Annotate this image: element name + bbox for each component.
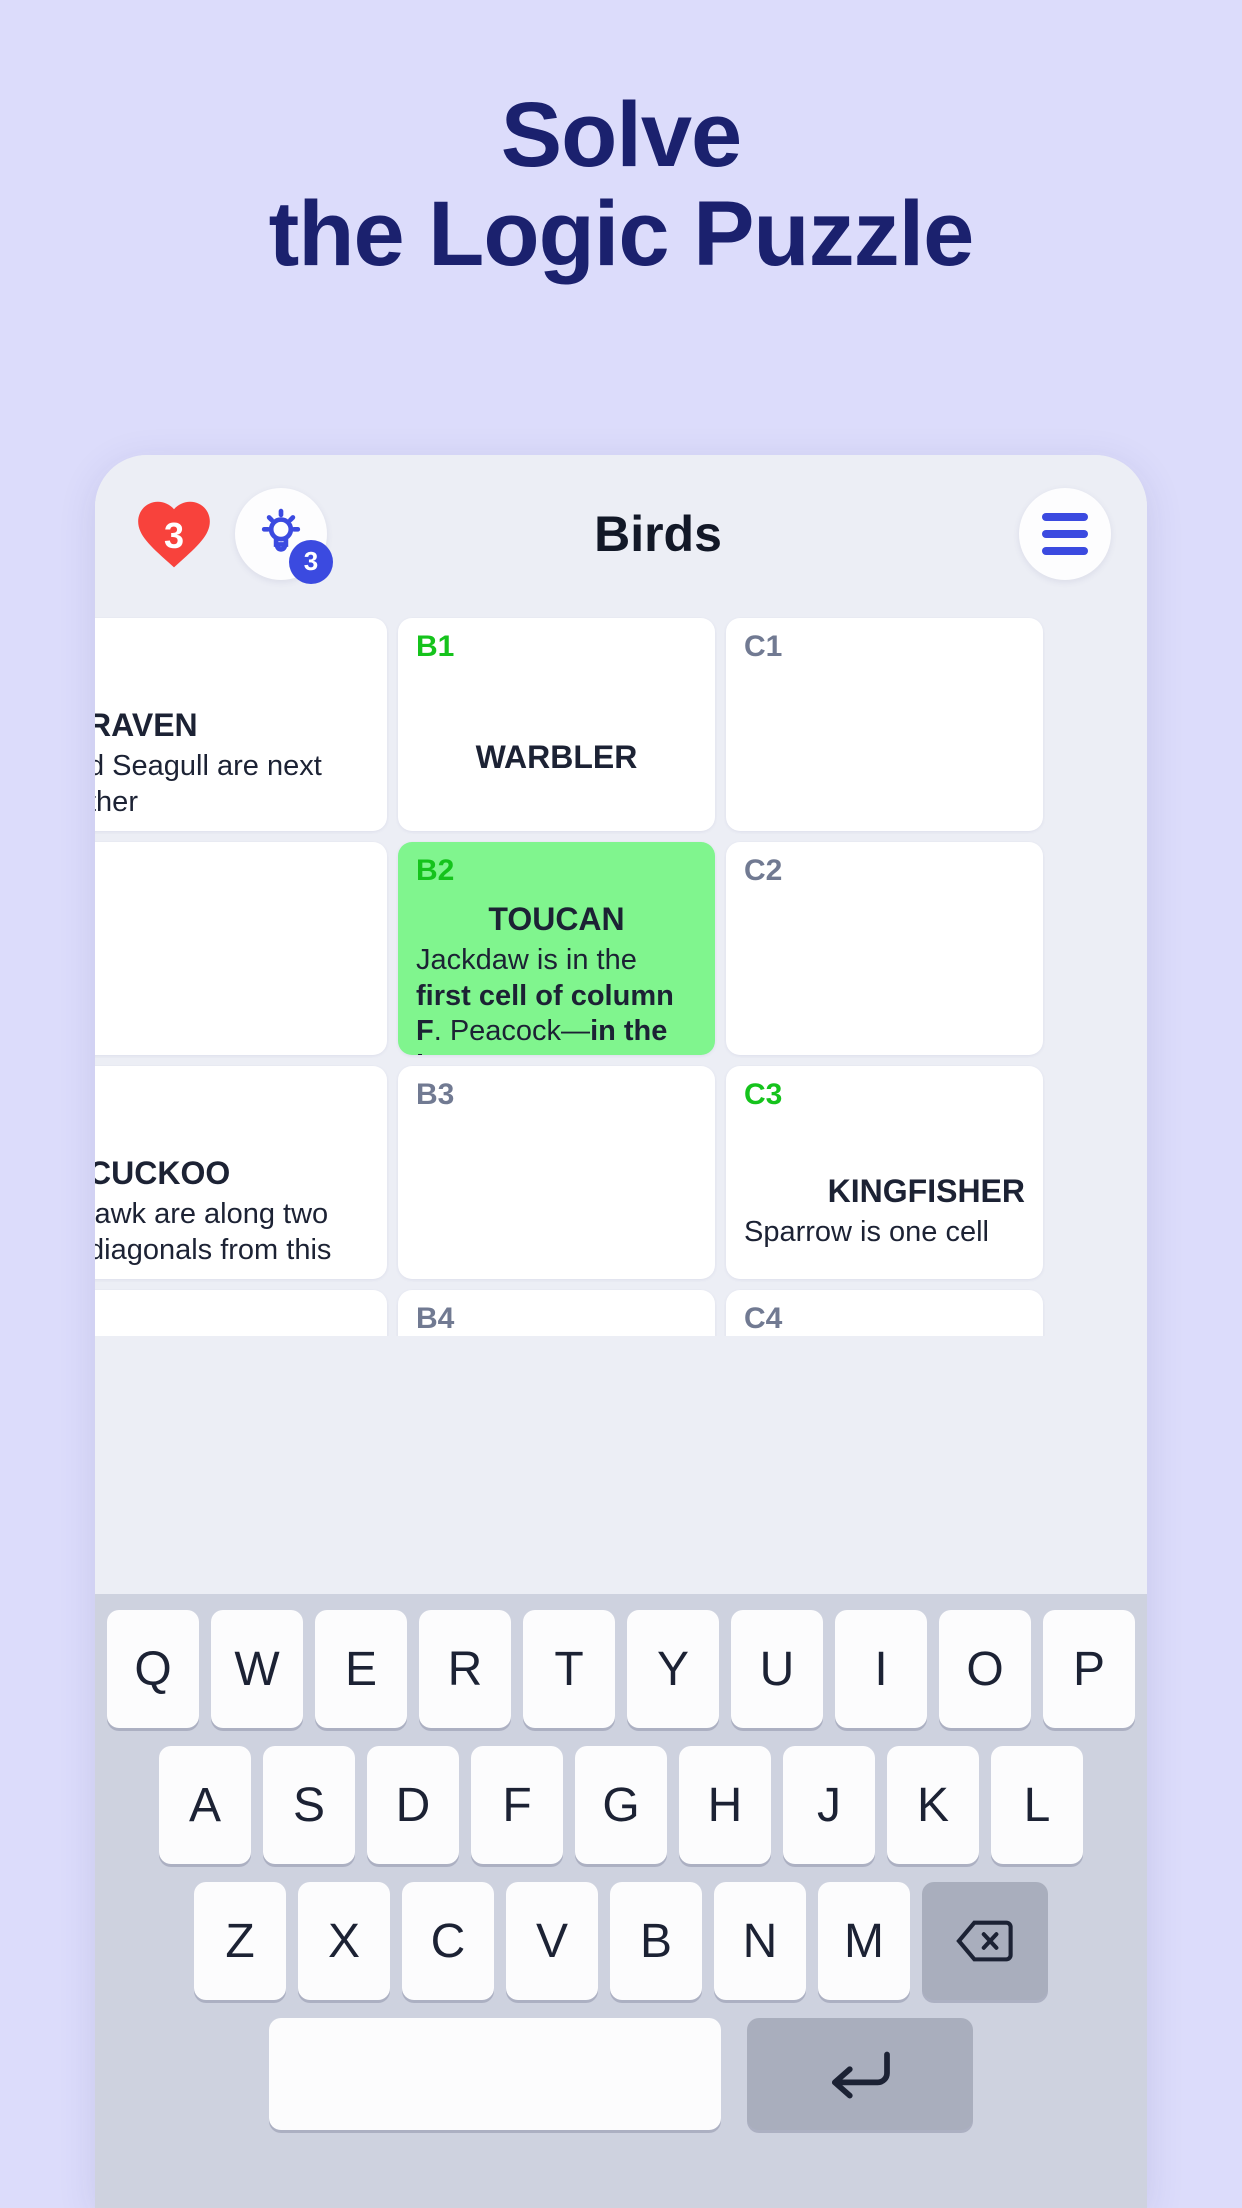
grid-cell-a3[interactable]: A3 CUCKOO lawk are along two diagonals f… [95, 1066, 387, 1279]
grid-cell-word: RAVEN [95, 707, 198, 743]
grid-cell-b4[interactable]: B4 [398, 1290, 715, 1336]
page-title: Birds [594, 505, 722, 562]
grid-cell-b3[interactable]: B3 [398, 1066, 715, 1279]
lives-count: 3 [163, 514, 185, 556]
grid-cell-b2[interactable]: B2 TOUCAN Jackdaw is in the first cell o… [398, 842, 715, 1055]
key-s[interactable]: S [263, 1746, 355, 1864]
app-header: 3 3 Birds [95, 455, 1147, 612]
grid-cell-clue-line1: d Seagull are next [95, 750, 322, 783]
grid-cell-id: C3 [744, 1078, 783, 1111]
grid-cell-a4[interactable]: A4 [95, 1290, 387, 1336]
key-r[interactable]: R [419, 1610, 511, 1728]
key-w[interactable]: W [211, 1610, 303, 1728]
grid-cell-c3[interactable]: C3 KINGFISHER Sparrow is one cell [726, 1066, 1043, 1279]
key-m[interactable]: M [818, 1882, 910, 2000]
hint-button[interactable]: 3 [235, 487, 333, 584]
key-d[interactable]: D [367, 1746, 459, 1864]
grid-cell-id: C4 [744, 1302, 783, 1335]
key-b[interactable]: B [610, 1882, 702, 2000]
backspace-key[interactable] [922, 1882, 1048, 2000]
keyboard-row-1: QWERTYUIOP [103, 1610, 1139, 1728]
key-t[interactable]: T [523, 1610, 615, 1728]
enter-key[interactable] [747, 2018, 973, 2130]
key-a[interactable]: A [159, 1746, 251, 1864]
grid-cell-id: C1 [744, 630, 783, 663]
key-x[interactable]: X [298, 1882, 390, 2000]
hamburger-menu-icon-bar-1 [1042, 512, 1088, 521]
key-q[interactable]: Q [107, 1610, 199, 1728]
key-f[interactable]: F [471, 1746, 563, 1864]
keyboard-row-2: ASDFGHJKL [103, 1746, 1139, 1864]
keyboard-row-4 [103, 2018, 1139, 2130]
promo-line-2: the Logic Puzzle [268, 183, 975, 286]
key-z[interactable]: Z [194, 1882, 286, 2000]
grid-cell-word: TOUCAN [488, 901, 625, 937]
grid-cell-b1[interactable]: B1 WARBLER [398, 618, 715, 831]
hamburger-menu-icon-bar-2 [1042, 529, 1088, 538]
grid-cell-a1[interactable]: A1 RAVEN d Seagull are next ther [95, 618, 387, 831]
space-key[interactable] [269, 2018, 721, 2130]
grid-cell-a2[interactable]: A2 [95, 842, 387, 1055]
grid-cell-clue-line2: ther [95, 785, 138, 818]
key-n[interactable]: N [714, 1882, 806, 2000]
onscreen-keyboard[interactable]: QWERTYUIOP ASDFGHJKL ZXCVBNM [95, 1594, 1147, 2208]
key-v[interactable]: V [506, 1882, 598, 2000]
phone-mockup: 3 3 Birds RAVEN d Seagull are next her B… [95, 455, 1147, 2208]
grid-cell-id: C2 [744, 854, 783, 887]
key-e[interactable]: E [315, 1610, 407, 1728]
key-l[interactable]: L [991, 1746, 1083, 1864]
key-i[interactable]: I [835, 1610, 927, 1728]
key-p[interactable]: P [1043, 1610, 1135, 1728]
keyboard-row-3: ZXCVBNM [103, 1882, 1139, 2000]
key-g[interactable]: G [575, 1746, 667, 1864]
puzzle-grid-viewport[interactable]: A1 RAVEN d Seagull are next ther B1 WARB… [95, 612, 1147, 1336]
puzzle-grid: A1 RAVEN d Seagull are next ther B1 WARB… [95, 612, 1043, 1336]
grid-cell-clue-line2: diagonals from this [95, 1233, 332, 1266]
key-c[interactable]: C [402, 1882, 494, 2000]
enter-return-icon [831, 2051, 890, 2099]
key-o[interactable]: O [939, 1610, 1031, 1728]
grid-cell-c1[interactable]: C1 [726, 618, 1043, 831]
grid-cell-id: B4 [416, 1302, 455, 1335]
key-j[interactable]: J [783, 1746, 875, 1864]
key-h[interactable]: H [679, 1746, 771, 1864]
key-u[interactable]: U [731, 1610, 823, 1728]
grid-cell-clue: lawk are along two diagonals from this [95, 1197, 369, 1268]
grid-cell-clue: Sparrow is one cell [744, 1216, 989, 1249]
grid-cell-word: CUCKOO [95, 1155, 231, 1191]
promo-headline: Solve the Logic Puzzle [0, 84, 1242, 286]
grid-cell-c2[interactable]: C2 [726, 842, 1043, 1055]
grid-cell-id: B1 [416, 630, 455, 663]
backspace-icon [956, 1920, 1013, 1962]
hint-count-badge: 3 [289, 539, 333, 584]
grid-cell-word: WARBLER [475, 738, 638, 775]
menu-button[interactable] [1019, 487, 1111, 580]
grid-cell-word: KINGFISHER [827, 1173, 1025, 1209]
promo-line-1: Solve [500, 84, 742, 186]
key-k[interactable]: K [887, 1746, 979, 1864]
grid-cell-clue: d Seagull are next ther [95, 749, 369, 820]
grid-cell-c4[interactable]: C4 [726, 1290, 1043, 1336]
key-y[interactable]: Y [627, 1610, 719, 1728]
grid-cell-clue-line1: lawk are along two [95, 1198, 329, 1231]
grid-cell-id: B2 [416, 854, 455, 887]
grid-cell-id: B3 [416, 1078, 455, 1111]
lives-indicator[interactable]: 3 [131, 491, 217, 577]
hamburger-menu-icon-bar-3 [1042, 546, 1088, 555]
grid-cell-clue: Jackdaw is in the first cell of column F… [416, 944, 674, 1055]
